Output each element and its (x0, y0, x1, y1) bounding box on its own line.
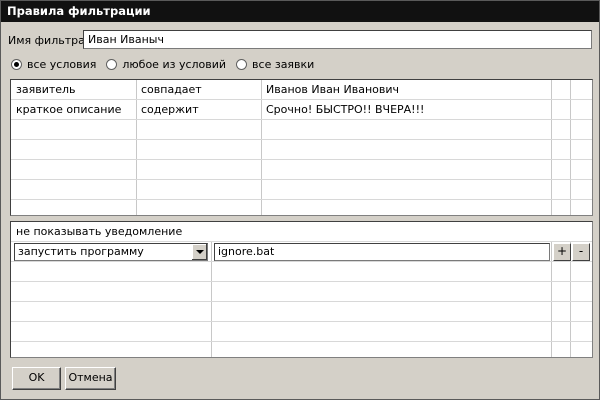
condition-row-empty[interactable] (11, 200, 592, 215)
action-row-empty[interactable] (11, 342, 592, 357)
cancel-button[interactable]: Отмена (65, 367, 116, 390)
radio-dot-icon (236, 58, 248, 70)
filter-name-label: Имя фильтра: (8, 34, 89, 47)
action-row-empty[interactable] (11, 282, 592, 302)
condition-row[interactable]: заявитель совпадает Иванов Иван Иванович (11, 80, 592, 100)
radio-dot-icon (106, 58, 118, 70)
action-type-select[interactable]: запустить программу (14, 243, 208, 261)
filter-rules-dialog: Правила фильтрации Имя фильтра: Иван Ива… (0, 0, 600, 400)
radio-label: любое из условий (122, 57, 227, 71)
conditions-table: заявитель совпадает Иванов Иван Иванович… (10, 79, 593, 216)
radio-label: все условия (27, 57, 97, 71)
action-row-empty[interactable] (11, 302, 592, 322)
radio-all-conditions[interactable]: все условия (11, 58, 96, 71)
filter-name-input[interactable]: Иван Иваныч (83, 30, 592, 49)
ok-button[interactable]: OK (12, 367, 61, 390)
condition-operator: содержит (141, 103, 199, 116)
condition-row-empty[interactable] (11, 160, 592, 180)
condition-field: краткое описание (16, 103, 122, 116)
condition-field: заявитель (16, 83, 76, 96)
action-row-empty[interactable] (11, 262, 592, 282)
condition-operator: совпадает (141, 83, 202, 96)
dropdown-arrow-icon[interactable] (191, 244, 207, 260)
condition-row-empty[interactable] (11, 180, 592, 200)
add-action-button[interactable]: + (553, 243, 571, 261)
action-edit-row: запустить программу ignore.bat + - (11, 242, 592, 262)
action-row-empty[interactable] (11, 322, 592, 342)
match-mode-group: все условия любое из условий все заявки (11, 56, 324, 72)
action-header: не показывать уведомление (16, 225, 183, 238)
action-type-value: запустить программу (18, 245, 144, 258)
radio-all-tickets[interactable]: все заявки (236, 58, 314, 71)
action-row[interactable]: не показывать уведомление (11, 222, 592, 242)
condition-value: Иванов Иван Иванович (266, 83, 399, 96)
radio-any-condition[interactable]: любое из условий (106, 58, 226, 71)
condition-row[interactable]: краткое описание содержит Срочно! БЫСТРО… (11, 100, 592, 120)
radio-dot-icon (11, 58, 22, 70)
window-title: Правила фильтрации (1, 1, 599, 22)
condition-value: Срочно! БЫСТРО!! ВЧЕРА!!! (266, 103, 425, 116)
remove-action-button[interactable]: - (572, 243, 590, 261)
condition-row-empty[interactable] (11, 120, 592, 140)
condition-row-empty[interactable] (11, 140, 592, 160)
actions-table: не показывать уведомление запустить прог… (10, 221, 593, 358)
action-argument-input[interactable]: ignore.bat (214, 243, 550, 261)
radio-label: все заявки (252, 57, 315, 71)
